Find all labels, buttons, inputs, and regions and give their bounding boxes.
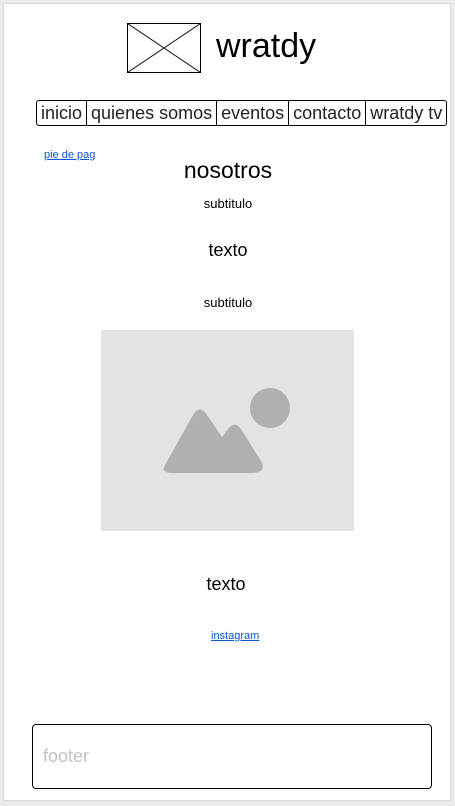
text-block-2: texto	[206, 574, 246, 594]
image-placeholder	[101, 330, 354, 531]
nav-item-inicio[interactable]: inicio	[37, 101, 88, 125]
text-block-1: texto	[208, 240, 248, 260]
nav-item-eventos[interactable]: eventos	[217, 101, 290, 125]
logo-placeholder-icon	[127, 23, 201, 73]
nav-item-contacto[interactable]: contacto	[289, 101, 367, 125]
site-title: wratdy	[216, 27, 317, 65]
page-heading: nosotros	[183, 157, 273, 183]
subtitle-2: subtitulo	[203, 295, 253, 310]
footer-placeholder-text: footer	[43, 746, 90, 766]
instagram-link[interactable]: instagram	[211, 630, 259, 642]
image-placeholder-icon	[163, 388, 290, 473]
nav-item-wratdy-tv[interactable]: wratdy tv	[366, 101, 446, 125]
nav-item-quienes-somos[interactable]: quienes somos	[87, 101, 218, 125]
page-frame: wratdy inicio quienes somos eventos cont…	[3, 3, 451, 801]
main-nav: inicio quienes somos eventos contacto wr…	[36, 100, 448, 126]
subtitle-1: subtitulo	[203, 196, 253, 211]
footer: footer	[32, 724, 432, 789]
